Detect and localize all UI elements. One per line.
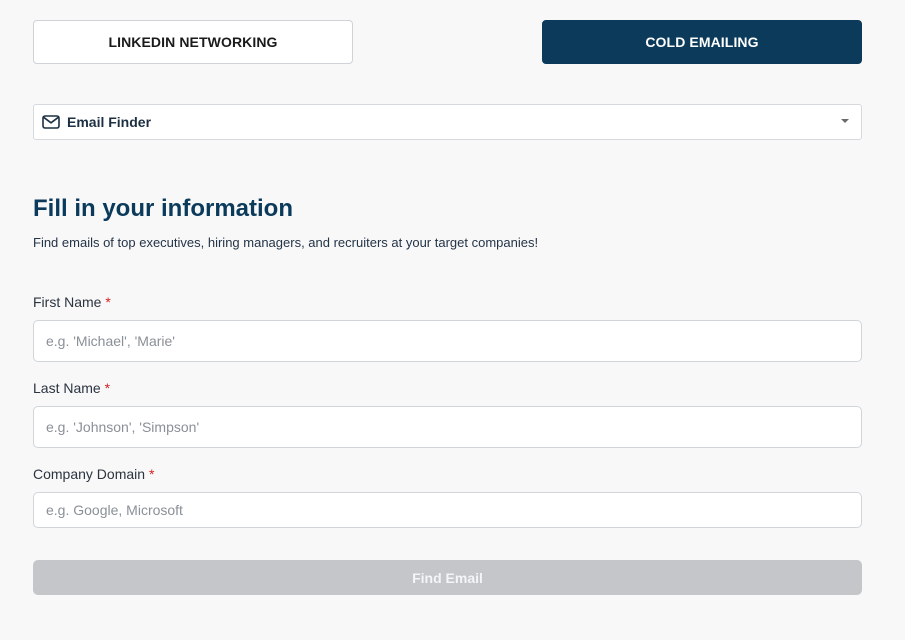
first-name-label-text: First Name (33, 294, 102, 310)
company-domain-label-text: Company Domain (33, 466, 146, 482)
first-name-label: First Name * (33, 294, 111, 310)
required-marker: * (105, 294, 111, 310)
find-email-button-label: Find Email (412, 569, 483, 586)
required-marker: * (148, 466, 155, 482)
mail-icon (42, 115, 60, 129)
company-domain-field[interactable] (33, 492, 862, 528)
chevron-down-icon (841, 119, 849, 123)
tool-select-value: Email Finder (67, 114, 152, 130)
last-name-field[interactable] (33, 406, 862, 448)
last-name-label: Last Name * (33, 380, 110, 396)
tab-linkedin-networking-label: LINKEDIN NETWORKING (108, 34, 278, 50)
page-title: Fill in your information (33, 195, 293, 222)
tab-cold-emailing[interactable]: COLD EMAILING (542, 20, 862, 64)
page-subtitle: Find emails of top executives, hiring ma… (33, 235, 539, 250)
find-email-button[interactable]: Find Email (33, 560, 862, 595)
last-name-label-text: Last Name (33, 380, 101, 396)
tab-cold-emailing-label: COLD EMAILING (645, 34, 759, 50)
tab-linkedin-networking[interactable]: LINKEDIN NETWORKING (33, 20, 353, 64)
company-domain-label: Company Domain * (33, 466, 154, 482)
first-name-field[interactable] (33, 320, 862, 362)
required-marker: * (104, 380, 111, 396)
tool-select-dropdown[interactable]: Email Finder (33, 104, 862, 140)
